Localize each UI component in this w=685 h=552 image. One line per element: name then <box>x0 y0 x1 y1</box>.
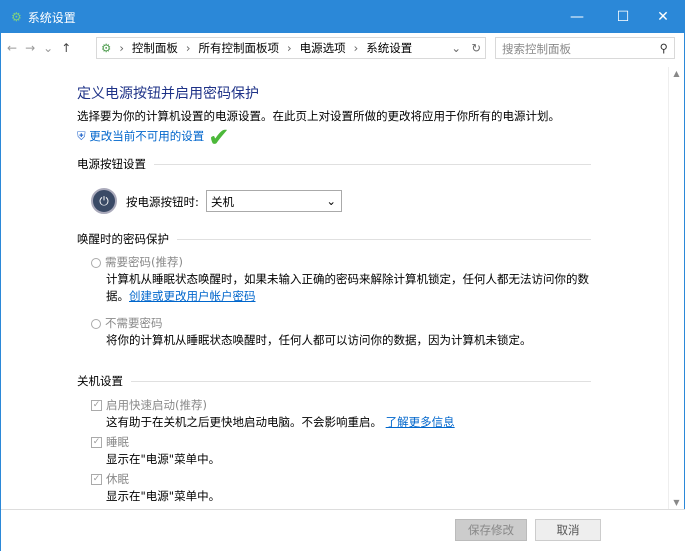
page-title: 定义电源按钮并启用密码保护 <box>77 86 259 102</box>
require-password-description-end: 据。 <box>106 289 129 303</box>
breadcrumb-item[interactable]: 电源选项 <box>300 40 346 56</box>
shutdown-settings-group-heading: 关机设置 <box>77 373 591 389</box>
create-change-password-link[interactable]: 创建或更改用户帐户密码 <box>129 289 256 303</box>
breadcrumb-item[interactable]: 所有控制面板项 <box>199 40 280 56</box>
control-panel-icon: ⚙ <box>101 41 112 55</box>
control-panel-icon: ⚙ <box>11 10 22 24</box>
minimize-button[interactable]: — <box>554 1 600 33</box>
shield-icon: ⛨ <box>77 129 86 143</box>
require-password-radio[interactable]: 需要密码(推荐) <box>91 254 183 270</box>
chevron-down-icon: ⌄ <box>326 194 336 208</box>
refresh-icon[interactable]: ↻ <box>471 41 481 55</box>
page-description: 选择要为你的计算机设置的电源设置。在此页上对设置所做的更改将应用于你所有的电源计… <box>77 109 560 123</box>
power-button-action-select[interactable]: 关机 ⌄ <box>206 190 342 212</box>
wake-password-group-heading: 唤醒时的密码保护 <box>77 231 591 247</box>
hibernate-description: 显示在"电源"菜单中。 <box>106 489 221 503</box>
require-password-description: 计算机从睡眠状态唤醒时，如果未输入正确的密码来解除计算机锁定，任何人都无法访问你… <box>106 272 589 286</box>
fast-startup-checkbox[interactable]: ✓ 启用快速启动(推荐) <box>91 397 207 413</box>
recent-locations-button[interactable]: ⌄ <box>43 41 53 55</box>
change-unavailable-settings-link[interactable]: 更改当前不可用的设置 <box>89 129 204 143</box>
cancel-button[interactable]: 取消 <box>535 519 601 541</box>
close-button[interactable]: ✕ <box>640 1 685 33</box>
no-password-description: 将你的计算机从睡眠状态唤醒时，任何人都可以访问你的数据，因为计算机未锁定。 <box>106 333 532 347</box>
save-changes-button[interactable]: 保存修改 <box>455 519 527 541</box>
up-button[interactable]: ↑ <box>61 41 71 55</box>
search-placeholder: 搜索控制面板 <box>502 42 571 56</box>
breadcrumb-item[interactable]: 控制面板 <box>132 40 178 56</box>
back-button[interactable]: ← <box>7 41 17 55</box>
power-button-label: 按电源按钮时: <box>126 195 199 209</box>
learn-more-link[interactable]: 了解更多信息 <box>386 415 455 429</box>
power-button-group-heading: 电源按钮设置 <box>77 156 591 172</box>
window-title: 系统设置 <box>27 10 76 25</box>
sleep-description: 显示在"电源"菜单中。 <box>106 452 221 466</box>
search-input[interactable]: 搜索控制面板 ⚲ <box>495 37 675 59</box>
checkmark-icon: ✔ <box>208 123 230 153</box>
vertical-scrollbar[interactable]: ▲ ▼ <box>668 67 684 509</box>
breadcrumb-item[interactable]: 系统设置 <box>366 40 412 56</box>
forward-button[interactable]: → <box>25 41 35 55</box>
sleep-checkbox[interactable]: ✓ 睡眠 <box>91 434 129 450</box>
no-password-radio[interactable]: 不需要密码 <box>91 315 163 331</box>
address-bar[interactable]: ⚙ › 控制面板 › 所有控制面板项 › 电源选项 › 系统设置 ⌄ ↻ <box>96 37 486 59</box>
fast-startup-description: 这有助于在关机之后更快地启动电脑。不会影响重启。 <box>106 415 382 429</box>
search-icon[interactable]: ⚲ <box>660 41 668 55</box>
power-icon: ⏻ <box>91 188 117 214</box>
hibernate-checkbox[interactable]: ✓ 休眠 <box>91 471 129 487</box>
address-dropdown-icon[interactable]: ⌄ <box>451 41 461 55</box>
